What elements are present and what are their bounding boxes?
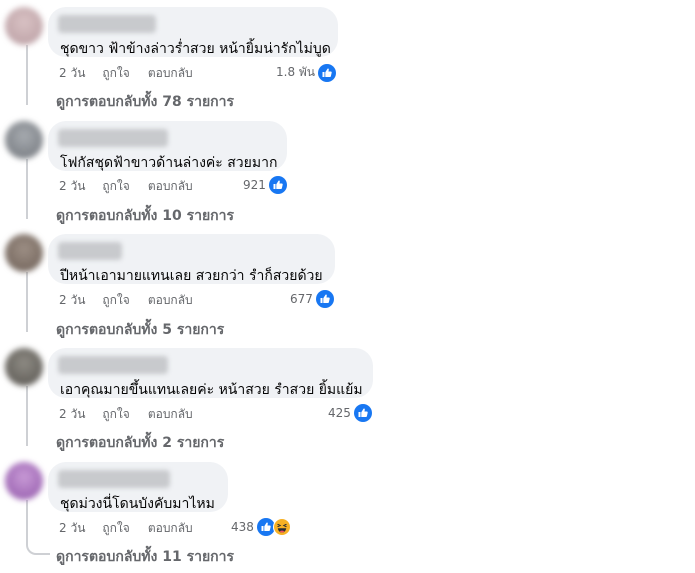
reaction-summary[interactable]: 438 [231,518,291,536]
like-icon [268,176,287,194]
view-replies-link[interactable]: ดูการตอบกลับทั้ง 78 รายการ [56,91,234,113]
like-button[interactable]: ถูกใจ [102,519,129,538]
view-replies-link[interactable]: ดูการตอบกลับทั้ง 10 รายการ [56,205,234,227]
comment-bubble: โฟกัสชุดฟ้าขาวด้านล่างค่ะ สวยมาก [48,121,287,171]
author-name-blurred[interactable] [58,356,168,374]
thread-elbow [26,500,50,555]
reaction-count: 425 [328,406,351,420]
thread-line [26,272,28,332]
author-name-blurred[interactable] [58,129,168,147]
reaction-summary[interactable]: 425 [328,404,372,422]
like-button[interactable]: ถูกใจ [102,64,129,83]
comment-actions: 2 วัน ถูกใจ ตอบกลับ [59,177,211,196]
avatar[interactable] [5,7,43,45]
reaction-summary[interactable]: 1.8 พัน [276,63,337,82]
comment-text: โฟกัสชุดฟ้าขาวด้านล่างค่ะ สวยมาก [60,155,278,171]
reaction-summary[interactable]: 677 [290,290,334,308]
comment-bubble: ชุดม่วงนี่โดนบังคับมาไหม [48,462,228,512]
comment-text: เอาคุณมายขึ้นแทนเลยค่ะ หน้าสวย รำสวย ยิ้… [60,382,363,398]
avatar[interactable] [5,121,43,159]
haha-icon [272,518,291,536]
author-name-blurred[interactable] [58,242,122,260]
timestamp[interactable]: 2 วัน [59,405,85,424]
reply-button[interactable]: ตอบกลับ [148,405,193,424]
comment-actions: 2 วัน ถูกใจ ตอบกลับ [59,291,211,310]
like-icon [315,290,334,308]
comment-actions: 2 วัน ถูกใจ ตอบกลับ [59,64,211,83]
view-replies-link[interactable]: ดูการตอบกลับทั้ง 11 รายการ [56,546,234,568]
author-name-blurred[interactable] [58,15,156,33]
author-name-blurred[interactable] [58,470,170,488]
reply-button[interactable]: ตอบกลับ [148,519,193,538]
timestamp[interactable]: 2 วัน [59,177,85,196]
timestamp[interactable]: 2 วัน [59,291,85,310]
avatar[interactable] [5,234,43,272]
thread-line [26,159,28,219]
reaction-count: 1.8 พัน [276,65,316,79]
like-icon [353,404,372,422]
comment-bubble: เอาคุณมายขึ้นแทนเลยค่ะ หน้าสวย รำสวย ยิ้… [48,348,373,398]
comment-bubble: ปีหน้าเอามายแทนเลย สวยกว่า รำก็สวยด้วย [48,234,335,284]
view-replies-link[interactable]: ดูการตอบกลับทั้ง 5 รายการ [56,319,224,341]
thread-line [26,386,28,446]
thread-line [26,45,28,105]
reaction-summary[interactable]: 921 [243,176,287,194]
avatar[interactable] [5,462,43,500]
reply-button[interactable]: ตอบกลับ [148,291,193,310]
comment-text: ชุดขาว ฟ้าข้างล่าวร่ำสวย หน้ายิ้มน่ารักไ… [60,41,331,57]
like-button[interactable]: ถูกใจ [102,291,129,310]
comment-actions: 2 วัน ถูกใจ ตอบกลับ [59,519,211,538]
like-icon [318,63,337,82]
timestamp[interactable]: 2 วัน [59,64,85,83]
reaction-count: 438 [231,520,254,534]
reply-button[interactable]: ตอบกลับ [148,177,193,196]
comment-text: ชุดม่วงนี่โดนบังคับมาไหม [60,496,215,512]
reaction-count: 921 [243,178,266,192]
comment-actions: 2 วัน ถูกใจ ตอบกลับ [59,405,211,424]
like-button[interactable]: ถูกใจ [102,177,129,196]
avatar[interactable] [5,348,43,386]
timestamp[interactable]: 2 วัน [59,519,85,538]
comment-text: ปีหน้าเอามายแทนเลย สวยกว่า รำก็สวยด้วย [60,268,323,284]
view-replies-link[interactable]: ดูการตอบกลับทั้ง 2 รายการ [56,432,224,454]
reaction-count: 677 [290,292,313,306]
comment-bubble: ชุดขาว ฟ้าข้างล่าวร่ำสวย หน้ายิ้มน่ารักไ… [48,7,338,57]
reply-button[interactable]: ตอบกลับ [148,64,193,83]
like-button[interactable]: ถูกใจ [102,405,129,424]
